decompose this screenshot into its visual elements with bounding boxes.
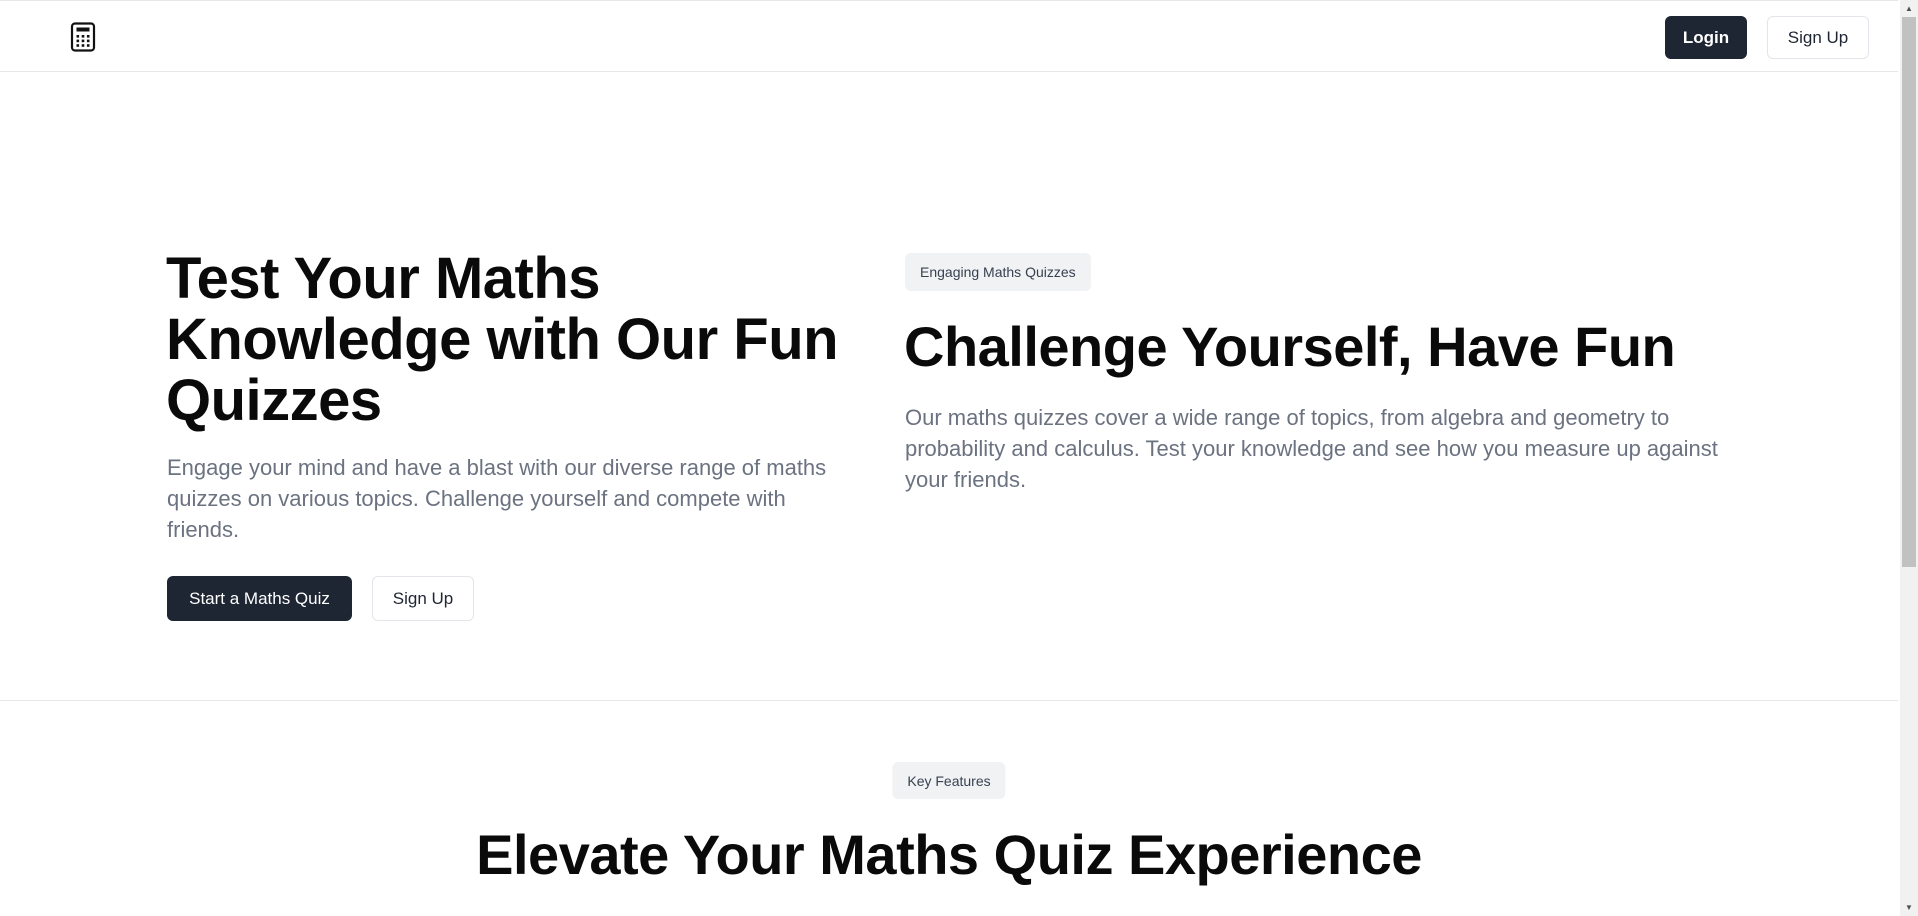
challenge-description: Our maths quizzes cover a wide range of … <box>905 405 1718 492</box>
scroll-up-arrow-icon[interactable]: ▲ <box>1900 0 1918 17</box>
challenge-title: Challenge Yourself, Have Fun <box>904 315 1676 378</box>
login-button[interactable]: Login <box>1665 16 1747 59</box>
hero-signup-button[interactable]: Sign Up <box>372 576 474 621</box>
engaging-quizzes-badge: Engaging Maths Quizzes <box>905 253 1091 291</box>
hero-title: Test Your Maths Knowledge with Our Fun Q… <box>166 246 839 433</box>
landing-page: Login Sign Up Test Your Maths Knowledge … <box>0 0 1898 916</box>
signup-button[interactable]: Sign Up <box>1767 16 1869 59</box>
hero-subtitle: Engage your mind and have a blast with o… <box>167 455 827 542</box>
start-quiz-button[interactable]: Start a Maths Quiz <box>167 576 352 621</box>
calculator-icon[interactable] <box>70 22 96 52</box>
features-heading-wrap: Elevate Your Maths Quiz Experience <box>0 822 1898 888</box>
features-title: Elevate Your Maths Quiz Experience <box>476 823 1422 886</box>
key-features-badge: Key Features <box>892 762 1006 799</box>
scroll-down-arrow-icon[interactable]: ▼ <box>1900 899 1918 916</box>
section-divider <box>0 700 1898 701</box>
scrollbar-thumb[interactable] <box>1902 17 1916 567</box>
vertical-scrollbar[interactable]: ▲ ▼ <box>1900 0 1918 916</box>
top-navbar: Login Sign Up <box>0 0 1898 72</box>
